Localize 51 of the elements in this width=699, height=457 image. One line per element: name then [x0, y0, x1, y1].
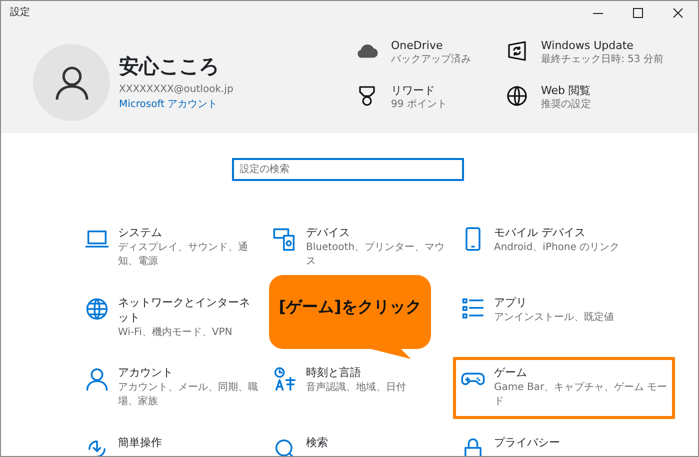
category-tile[interactable]: デバイス Bluetooth、プリンター、マウス: [265, 217, 453, 279]
category-title[interactable]: ネットワークとインターネット: [118, 296, 258, 326]
category-title[interactable]: デバイス: [306, 226, 446, 241]
category-tile[interactable]: アプリ アンインストール、既定値: [453, 287, 675, 349]
person-icon[interactable]: [84, 366, 110, 392]
window-title: 設定: [9, 6, 30, 20]
tile-subtitle: 99 ポイント: [391, 98, 447, 112]
category-title[interactable]: 時刻と言語: [306, 366, 406, 381]
category-subtitle: Wi-Fi、機内モード、VPN: [118, 326, 234, 340]
category-tile[interactable]: ネットワークとインターネット Wi-Fi、機内モード、VPN: [77, 287, 265, 349]
category-tile[interactable]: プライバシー: [453, 427, 675, 456]
category-subtitle: アカウント、メール、同期、職場、家族: [118, 380, 258, 409]
category-tile[interactable]: 時刻と言語 音声認識、地域、日付: [265, 357, 453, 419]
maximize-icon: [633, 8, 643, 18]
category-title[interactable]: ゲーム: [494, 366, 668, 381]
category-subtitle: Android、iPhone のリンク: [494, 240, 620, 255]
callout-text: [ゲーム]をクリック: [278, 296, 422, 318]
tile-title[interactable]: OneDrive: [391, 39, 471, 54]
category-tile[interactable]: 検索: [265, 427, 453, 456]
tile-subtitle: バックアップ済み: [391, 53, 471, 68]
tile-subtitle: 推奨の設定: [541, 98, 591, 112]
category-title[interactable]: 検索: [306, 436, 328, 451]
tile-title[interactable]: Web 閲覧: [541, 84, 591, 98]
highlight-frame[interactable]: ゲーム Game Bar、キャプチャ、ゲーム モード: [453, 357, 675, 419]
category-tile[interactable]: モバイル デバイス Android、iPhone のリンク: [453, 217, 675, 279]
category-tile[interactable]: システム ディスプレイ、サウンド、通知、電源: [77, 217, 265, 279]
tile-subtitle: 最終チェック日時: 53 分前: [541, 53, 664, 68]
globe-icon[interactable]: [505, 84, 529, 108]
category-title[interactable]: モバイル デバイス: [494, 226, 620, 241]
sync-icon[interactable]: [505, 39, 529, 63]
category-title[interactable]: アカウント: [118, 366, 258, 381]
close-icon: [673, 8, 683, 18]
minimize-icon: [593, 12, 603, 14]
user-email: XXXXXXXX@outlook.jp: [119, 83, 234, 97]
search-field[interactable]: 設定の検索: [232, 158, 464, 181]
category-title[interactable]: 簡単操作: [118, 436, 162, 451]
category-subtitle: Bluetooth、プリンター、マウス: [306, 240, 446, 269]
category-tile[interactable]: アカウント アカウント、メール、同期、職場、家族: [77, 357, 265, 419]
category-title[interactable]: アプリ: [494, 296, 614, 311]
category-title[interactable]: システム: [118, 226, 258, 241]
category-title[interactable]: プライバシー: [494, 436, 560, 451]
category-subtitle: Game Bar、キャプチャ、ゲーム モード: [494, 380, 668, 409]
category-subtitle: ディスプレイ、サウンド、通知、電源: [118, 240, 249, 269]
tile-title[interactable]: Windows Update: [541, 39, 664, 54]
category-subtitle: 音声認識、地域、日付: [306, 380, 406, 395]
account-link[interactable]: Microsoft アカウント: [119, 97, 234, 112]
tile-title[interactable]: リワード: [391, 84, 447, 98]
category-tile[interactable]: 簡単操作: [77, 427, 265, 456]
clock-language-icon[interactable]: [272, 366, 298, 392]
user-name: 安心こころ: [119, 54, 220, 78]
category-subtitle: アンインストール、既定値: [494, 310, 614, 325]
